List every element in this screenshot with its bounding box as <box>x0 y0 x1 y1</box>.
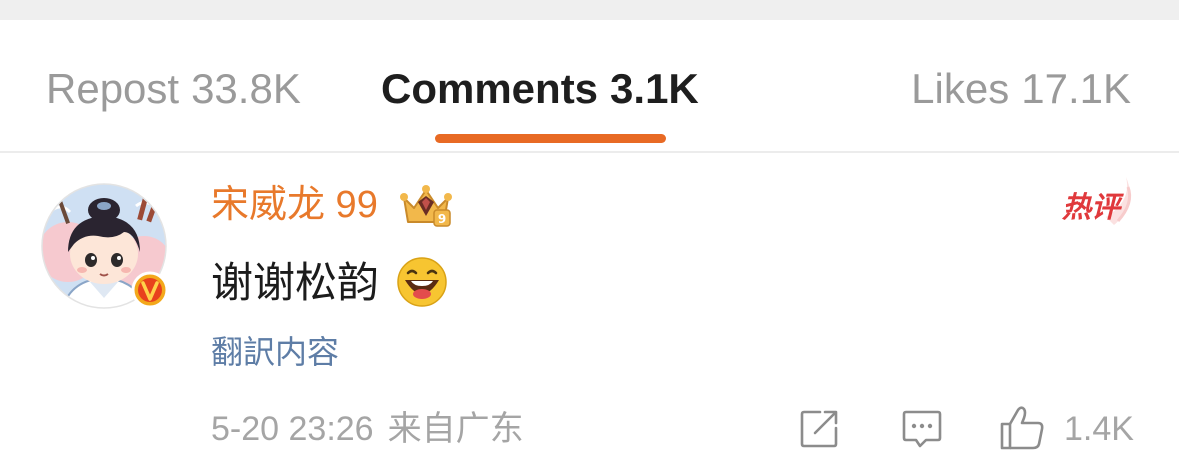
tab-repost-label: Repost <box>46 65 180 112</box>
comment-icon[interactable] <box>900 408 944 450</box>
hot-comment-label: 热评 <box>1062 192 1121 224</box>
comment-meta: 5-20 23:26 来自广东 <box>211 409 524 449</box>
thumbs-up-icon[interactable] <box>998 404 1046 452</box>
share-icon[interactable] <box>798 408 840 450</box>
tab-likes-label: Likes <box>911 65 1010 112</box>
tab-repost[interactable]: Repost 33.8K <box>46 68 301 110</box>
tab-comments-label: Comments <box>381 65 599 112</box>
laughing-emoji-icon <box>397 257 447 307</box>
tab-repost-count: 33.8K <box>191 65 301 112</box>
comment-timestamp: 5-20 23:26 <box>211 410 374 448</box>
active-tab-indicator <box>435 134 666 143</box>
comment-username[interactable]: 宋威龙 99 <box>211 183 378 227</box>
svg-text:9: 9 <box>438 212 446 226</box>
translate-link[interactable]: 翻訳内容 <box>211 333 339 371</box>
hot-comment-badge: 热评 <box>1056 173 1138 231</box>
tab-likes[interactable]: Likes 17.1K <box>911 68 1131 110</box>
tab-comments[interactable]: Comments 3.1K <box>381 68 699 110</box>
comment-text: 谢谢松韵 <box>211 259 380 306</box>
tab-likes-count: 17.1K <box>1021 65 1131 112</box>
like-count: 1.4K <box>1064 410 1134 448</box>
comment-source: 来自广东 <box>387 410 524 448</box>
tab-bar: Repost 33.8K Comments 3.1K Likes 17.1K <box>0 20 1179 151</box>
verified-badge-icon <box>131 271 168 309</box>
tab-comments-count: 3.1K <box>610 65 699 112</box>
crown-icon: 9 <box>400 185 452 227</box>
status-area <box>0 0 1179 20</box>
avatar[interactable] <box>40 182 168 310</box>
tab-divider <box>0 151 1179 153</box>
